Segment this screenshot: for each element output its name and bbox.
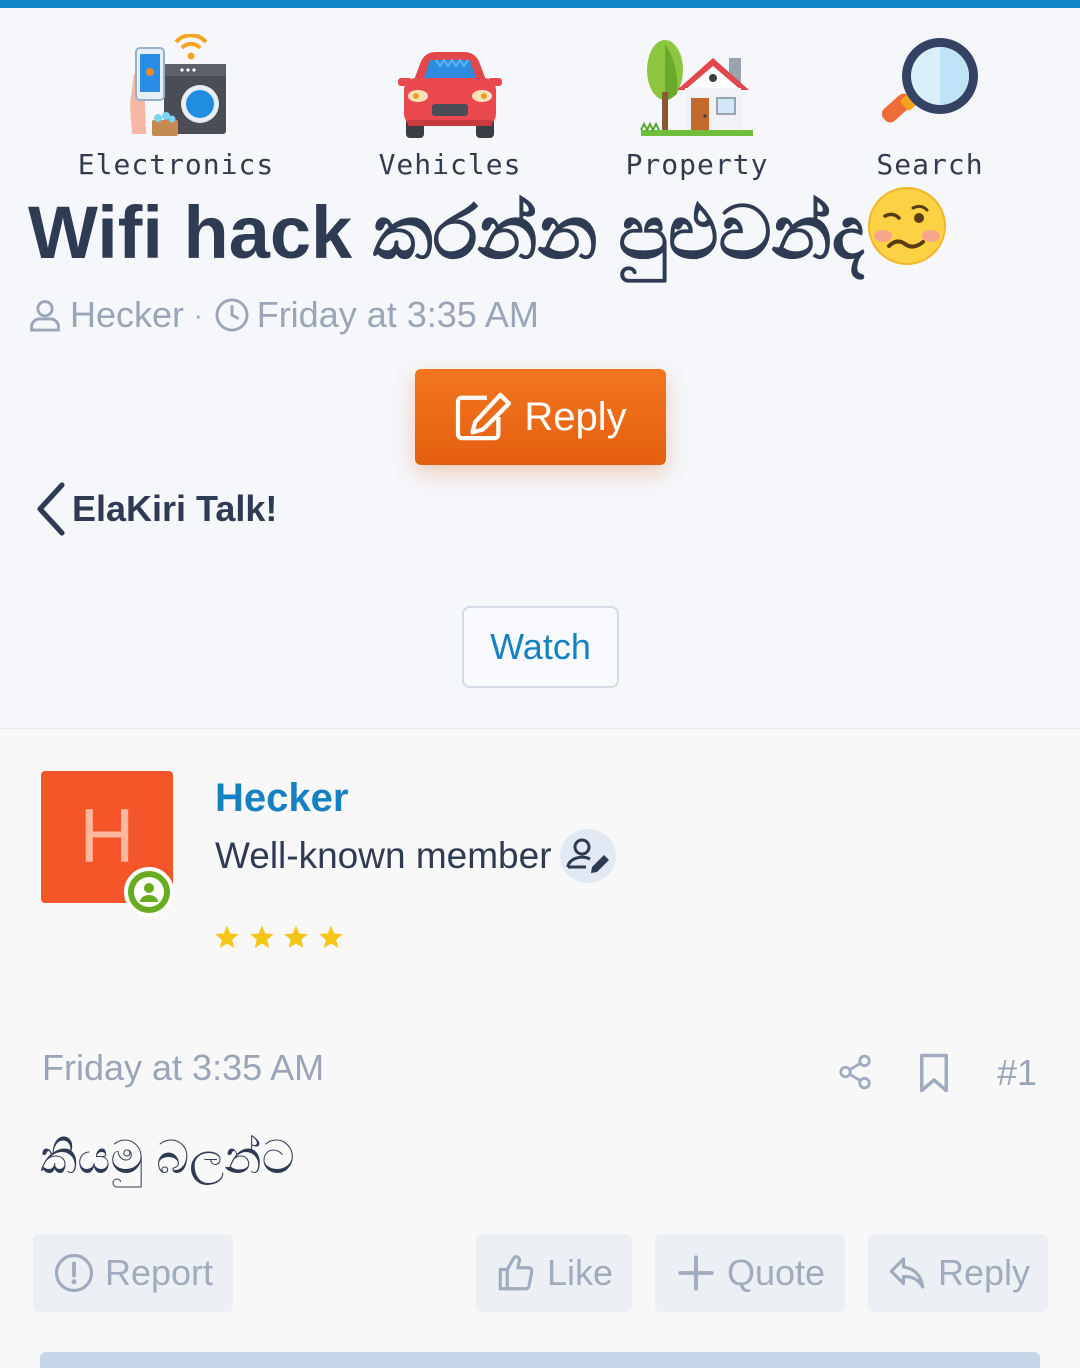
share-icon[interactable] xyxy=(836,1052,874,1092)
plus-icon xyxy=(678,1255,714,1291)
category-search[interactable]: Search xyxy=(820,34,1040,181)
watch-label: Watch xyxy=(490,626,591,667)
reply-thread-label: Reply xyxy=(524,394,627,439)
woozy-face-emoji-icon xyxy=(867,187,946,265)
bookmark-icon[interactable] xyxy=(916,1052,952,1094)
reply-post-button[interactable]: Reply xyxy=(868,1234,1048,1312)
post-date[interactable]: Friday at 3:35 AM xyxy=(42,1047,324,1089)
chevron-left-icon xyxy=(37,482,65,536)
reply-post-label: Reply xyxy=(937,1252,1031,1293)
online-status-badge xyxy=(124,867,174,917)
clock-icon xyxy=(215,298,249,332)
category-label: Vehicles xyxy=(378,148,522,181)
report-label: Report xyxy=(104,1252,214,1293)
category-label: Property xyxy=(625,148,769,181)
category-label: Electronics xyxy=(77,148,275,181)
post-username[interactable]: Hecker xyxy=(215,776,348,821)
category-property[interactable]: Property xyxy=(587,34,807,181)
post-body: කියමු බලන්ට xyxy=(40,1131,295,1183)
like-button[interactable]: Like xyxy=(476,1234,632,1312)
report-button[interactable]: Report xyxy=(33,1234,233,1312)
user-title-text: Well-known member xyxy=(215,835,552,876)
thread-title-text: Wifi hack කරන්න පුළුවන්ද xyxy=(28,191,865,274)
breadcrumb-label: ElaKiri Talk! xyxy=(72,488,278,529)
watch-button[interactable]: Watch xyxy=(462,606,619,688)
reply-thread-button[interactable]: Reply xyxy=(415,369,666,465)
avatar-letter: H xyxy=(79,794,135,879)
car-icon xyxy=(398,52,502,138)
user-rating-stars xyxy=(214,924,352,950)
star-icon xyxy=(284,925,308,949)
thread-author-link[interactable]: Hecker xyxy=(70,294,184,336)
edit-icon xyxy=(456,392,512,441)
star-icon xyxy=(249,925,274,949)
online-user-icon xyxy=(134,877,164,907)
next-section-edge xyxy=(40,1352,1040,1368)
electronics-icon xyxy=(130,34,226,136)
star-icon xyxy=(215,925,239,949)
thread-date[interactable]: Friday at 3:35 AM xyxy=(257,294,539,336)
magnifier-icon xyxy=(881,38,978,123)
member-role-icon xyxy=(559,829,616,883)
like-label: Like xyxy=(546,1252,614,1293)
alert-circle-icon xyxy=(54,1253,94,1293)
breadcrumb-back-link[interactable]: ElaKiri Talk! xyxy=(32,480,277,538)
thumbs-up-icon xyxy=(498,1255,534,1291)
star-icon xyxy=(318,925,343,949)
category-label: Search xyxy=(876,148,984,181)
meta-separator: · xyxy=(194,299,203,330)
house-icon xyxy=(640,40,753,136)
user-title: Well-known member xyxy=(215,829,616,883)
quote-button[interactable]: Quote xyxy=(655,1234,845,1312)
category-vehicles[interactable]: Vehicles xyxy=(340,34,560,181)
thread-meta: Hecker · Friday at 3:35 AM xyxy=(26,292,539,338)
page-title: Wifi hack කරන්න පුළුවන්ද xyxy=(28,186,1068,278)
reply-arrow-icon xyxy=(889,1257,925,1289)
category-electronics[interactable]: Electronics xyxy=(66,34,286,181)
user-edit-icon xyxy=(566,838,609,873)
top-accent-bar xyxy=(0,0,1080,8)
post-number-link[interactable]: #1 xyxy=(997,1052,1037,1094)
quote-label: Quote xyxy=(726,1252,826,1293)
user-icon xyxy=(30,300,60,332)
